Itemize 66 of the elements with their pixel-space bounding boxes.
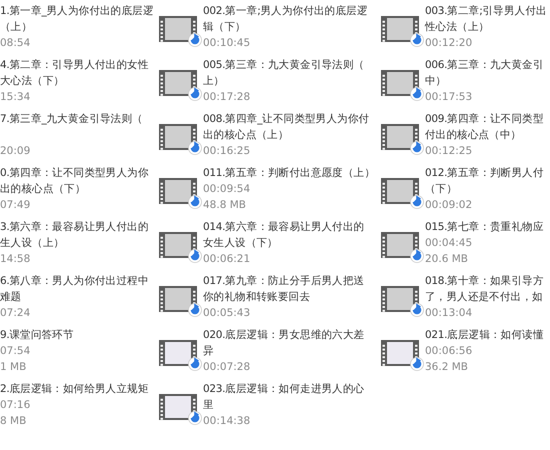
duration: 00:09:02 <box>425 198 474 213</box>
video-file-icon <box>380 175 424 209</box>
duration: 14:58 <box>0 252 32 267</box>
file-name: 021.底层逻辑：如何读懂 <box>425 328 544 343</box>
video-file-icon <box>158 175 202 209</box>
file-name: 7.第三章_九大黄金引导法则（ <box>0 112 143 127</box>
duration: 00:12:20 <box>425 36 474 51</box>
duration: 20:09 <box>0 144 32 159</box>
duration: 00:06:56 <box>425 344 474 359</box>
file-name: 015.第七章：贵重礼物应 <box>425 220 544 235</box>
file-name: 005.第三章：九大黄金引导法则（ 上） <box>203 58 364 89</box>
video-file-icon <box>158 229 202 263</box>
file-name: 0.第四章：让不同类型男人为你 出的核心点（下） <box>0 166 149 197</box>
file-size: 8 MB <box>0 414 28 429</box>
file-name: 020.底层逻辑：男女思维的六大差 异 <box>203 328 364 359</box>
video-file-icon <box>380 67 424 101</box>
file-name: 009.第四章：让不同类型 付出的核心点（中） <box>425 112 544 143</box>
file-size: 20.6 MB <box>425 252 469 267</box>
video-file-icon <box>158 67 202 101</box>
duration: 07:49 <box>0 198 32 213</box>
duration: 00:04:45 <box>425 236 474 251</box>
video-file-icon <box>380 229 424 263</box>
video-file-icon <box>380 13 424 47</box>
file-name: 006.第三章：九大黄金引 中） <box>425 58 544 89</box>
duration: 07:16 <box>0 398 32 413</box>
duration: 00:05:43 <box>203 306 252 321</box>
duration: 00:17:53 <box>425 90 474 105</box>
file-name: 003.第二章;引导男人付出 性心法（上） <box>425 4 547 35</box>
file-name: 014.第六章：最容易让男人付出的 女生人设（下） <box>203 220 364 251</box>
file-name: 011.第五章：判断付出意愿度（上） <box>203 166 375 181</box>
video-file-icon <box>158 121 202 155</box>
duration: 00:13:04 <box>425 306 474 321</box>
file-name: 6.第八章：男人为你付出过程中 难题 <box>0 274 149 305</box>
duration: 00:14:38 <box>203 414 252 429</box>
video-file-icon <box>380 283 424 317</box>
video-file-icon <box>158 283 202 317</box>
duration: 00:17:28 <box>203 90 252 105</box>
video-file-icon <box>158 13 202 47</box>
file-name: 1.第一章_男人为你付出的底层逻 （上） <box>0 4 154 35</box>
file-name: 3.第六章：最容易让男人付出的 生人设（上） <box>0 220 149 251</box>
duration: 07:24 <box>0 306 32 321</box>
duration: 00:07:28 <box>203 360 252 375</box>
duration: 00:10:45 <box>203 36 252 51</box>
video-file-icon <box>380 121 424 155</box>
duration: 00:12:25 <box>425 144 474 159</box>
file-name: 017.第九章：防止分手后男人把送 你的礼物和转账要回去 <box>203 274 364 305</box>
file-name: 018.第十章：如果引导方 了，男人还是不付出，如 <box>425 274 544 305</box>
duration: 00:09:54 <box>203 182 252 197</box>
file-name: 2.底层逻辑：如何给男人立规矩 <box>0 382 149 397</box>
file-name: 012.第五章：判断男人付 （下） <box>425 166 544 197</box>
file-size: 36.2 MB <box>425 360 469 375</box>
file-name: 023.底层逻辑：如何走进男人的心 里 <box>203 382 364 413</box>
duration: 15:34 <box>0 90 32 105</box>
file-name: 4.第二章：引导男人付出的女性 大心法（下） <box>0 58 149 89</box>
file-name: 008.第四章_让不同类型男人为你付 出的核心点（上） <box>203 112 370 143</box>
video-file-icon <box>158 391 202 425</box>
duration: 00:16:25 <box>203 144 252 159</box>
duration: 00:06:21 <box>203 252 252 267</box>
file-size: 48.8 MB <box>203 198 247 213</box>
file-name: 9.课堂问答环节 <box>0 328 74 343</box>
duration: 08:54 <box>0 36 32 51</box>
video-file-icon <box>158 337 202 371</box>
video-file-icon <box>380 337 424 371</box>
duration: 07:54 <box>0 344 32 359</box>
file-size: 1 MB <box>0 360 28 375</box>
file-name: 002.第一章;男人为你付出的底层逻 辑（下） <box>203 4 368 35</box>
